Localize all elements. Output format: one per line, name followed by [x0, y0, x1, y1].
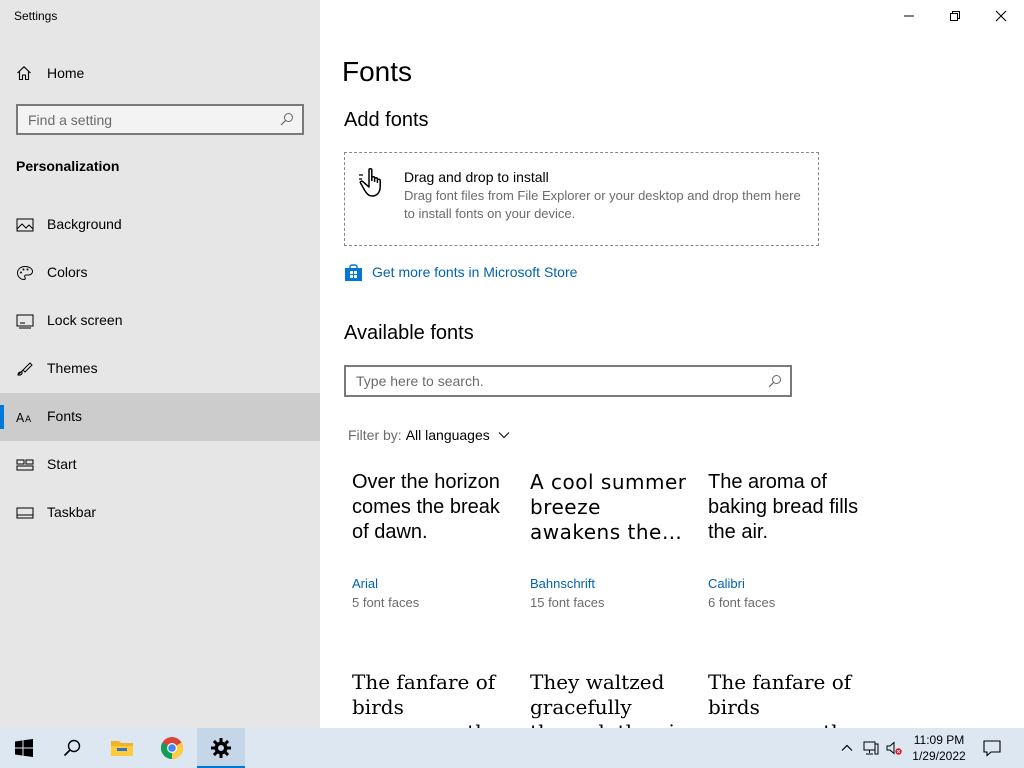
sidebar-item-lock-screen[interactable]: Lock screen — [0, 297, 320, 345]
store-icon — [345, 263, 362, 281]
sidebar-item-taskbar[interactable]: Taskbar — [0, 489, 320, 537]
selected-indicator — [0, 405, 4, 429]
sidebar-item-start[interactable]: Start — [0, 441, 320, 489]
sidebar-item-label: Lock screen — [47, 312, 123, 328]
svg-text:A: A — [16, 411, 25, 425]
close-button[interactable] — [978, 0, 1024, 32]
palette-icon — [16, 265, 34, 281]
sidebar-item-themes[interactable]: Themes — [0, 345, 320, 393]
font-faces-count: 15 font faces — [530, 595, 605, 610]
sidebar-item-label: Background — [47, 216, 122, 232]
font-search-placeholder: Type here to search. — [356, 373, 484, 389]
settings-search-input[interactable]: Find a setting — [16, 104, 304, 135]
store-link-label: Get more fonts in Microsoft Store — [372, 264, 578, 280]
font-card[interactable]: They waltzed gracefully through the air. — [530, 670, 690, 728]
search-button[interactable] — [48, 728, 96, 768]
fonts-icon: A A — [16, 411, 32, 425]
action-center-icon[interactable] — [983, 739, 1001, 757]
drop-zone-description: Drag font files from File Explorer or yo… — [404, 188, 801, 221]
font-sample: Over the horizon comes the break of dawn… — [352, 471, 500, 543]
background-icon — [16, 218, 34, 232]
sidebar-item-label: Themes — [47, 360, 98, 376]
restore-icon — [950, 11, 960, 21]
start-button[interactable] — [0, 728, 48, 768]
font-sample: The fanfare of birds announces the morni… — [708, 670, 856, 728]
chevron-down-icon — [498, 432, 510, 439]
taskbar-icon — [16, 507, 34, 519]
search-icon — [280, 113, 293, 126]
lock-screen-icon — [16, 314, 34, 329]
font-sample: They waltzed gracefully through the air. — [530, 670, 689, 728]
font-sample: The fanfare of birds announces the morni… — [352, 670, 500, 728]
windows-logo-icon — [15, 739, 33, 757]
sidebar-item-label: Colors — [47, 264, 88, 280]
start-icon — [16, 459, 34, 471]
themes-icon — [17, 362, 33, 376]
font-name: Bahnschrift — [530, 576, 596, 591]
font-card-arial[interactable]: Over the horizon comes the break of dawn… — [352, 470, 512, 650]
folder-icon — [111, 741, 133, 756]
home-icon — [17, 66, 31, 81]
file-explorer-button[interactable] — [98, 728, 146, 768]
font-drop-zone[interactable]: Drag and drop to install Drag font files… — [344, 152, 819, 246]
section-label: Personalization — [16, 158, 120, 174]
available-fonts-heading: Available fonts — [344, 322, 474, 344]
font-card-calibri[interactable]: The aroma of baking bread fills the air.… — [708, 470, 868, 650]
system-clock[interactable]: 11:09 PM 1/29/2022 — [906, 732, 972, 764]
home-label: Home — [47, 65, 85, 81]
font-card[interactable]: The fanfare of birds announces the morni… — [708, 670, 868, 728]
page-title: Fonts — [342, 56, 413, 87]
chrome-button[interactable] — [148, 728, 196, 768]
home-button[interactable]: Home — [0, 52, 320, 94]
hand-cursor-icon — [359, 167, 381, 197]
minimize-icon — [904, 15, 914, 17]
microsoft-store-link[interactable]: Get more fonts in Microsoft Store — [344, 262, 577, 282]
sidebar-item-background[interactable]: Background — [0, 201, 320, 249]
font-name: Calibri — [708, 576, 745, 591]
sidebar-item-label: Taskbar — [47, 504, 97, 520]
minimize-button[interactable] — [886, 0, 932, 32]
clock-time: 11:09 PM — [913, 733, 965, 747]
restore-button[interactable] — [932, 0, 978, 32]
drop-zone-title: Drag and drop to install — [404, 169, 549, 185]
sidebar-item-label: Start — [47, 456, 77, 472]
filter-value: All languages — [405, 427, 490, 443]
font-search-input[interactable]: Type here to search. — [344, 365, 792, 397]
settings-taskbar-button[interactable] — [197, 728, 245, 768]
volume-muted-icon[interactable] — [886, 740, 902, 756]
sidebar-item-colors[interactable]: Colors — [0, 249, 320, 297]
app-title: Settings — [14, 9, 58, 23]
font-faces-count: 6 font faces — [708, 595, 776, 610]
sidebar-item-fonts[interactable]: A A Fonts — [0, 393, 320, 441]
show-hidden-icons-chevron-icon[interactable] — [839, 740, 855, 756]
font-card[interactable]: The fanfare of birds announces the morni… — [352, 670, 512, 728]
taskbar: 11:09 PM 1/29/2022 — [0, 728, 1024, 768]
close-icon — [995, 10, 1007, 22]
font-sample: A cool summer breeze awakens the… — [530, 470, 687, 544]
add-fonts-heading: Add fonts — [344, 109, 429, 131]
sidebar-item-label: Fonts — [47, 408, 83, 424]
font-name: Arial — [352, 576, 379, 591]
language-filter-dropdown[interactable]: Filter by: All languages — [348, 427, 510, 443]
font-card-bahnschrift[interactable]: A cool summer breeze awakens the… Bahnsc… — [530, 470, 690, 650]
chrome-icon — [161, 737, 183, 759]
search-icon — [768, 375, 781, 388]
font-faces-count: 5 font faces — [352, 595, 420, 610]
clock-date: 1/29/2022 — [912, 749, 966, 763]
settings-search-placeholder: Find a setting — [28, 112, 113, 128]
sidebar: Settings Home Find a setting Personaliza… — [0, 0, 320, 728]
gear-icon — [211, 738, 231, 758]
svg-text:A: A — [25, 415, 32, 425]
search-icon — [63, 739, 81, 757]
network-icon[interactable] — [863, 740, 879, 756]
font-sample: The aroma of baking bread fills the air. — [708, 471, 859, 543]
filter-label: Filter by: — [348, 427, 402, 443]
